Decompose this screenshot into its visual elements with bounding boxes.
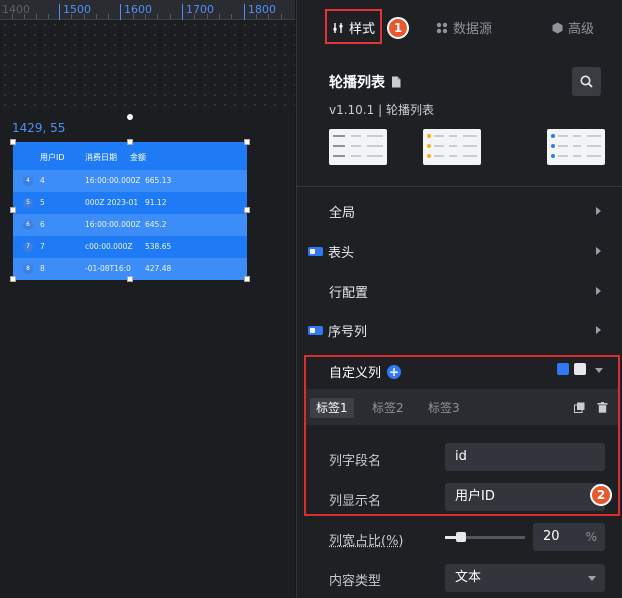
cell-amount: 645.2: [145, 220, 166, 229]
tab-datasource[interactable]: 数据源: [436, 18, 492, 37]
ruler-label: 1700: [186, 3, 214, 16]
resize-handle-se[interactable]: [244, 276, 250, 282]
section-global[interactable]: 全局: [297, 193, 622, 229]
widget-row: 6 6 16:00:00.000Z 645.2: [13, 214, 247, 236]
resize-handle-sw[interactable]: [10, 276, 16, 282]
chevron-right-icon: [596, 247, 601, 255]
resize-handle-e[interactable]: [244, 207, 250, 213]
section-row-config[interactable]: 行配置: [297, 273, 622, 309]
section-table-header[interactable]: 表头: [297, 233, 622, 269]
panel-tabs: 样式 1 数据源 高级: [297, 0, 622, 55]
content-type-label: 内容类型: [329, 570, 381, 589]
resize-handle-ne[interactable]: [244, 139, 250, 145]
chevron-right-icon: [596, 326, 601, 334]
add-icon[interactable]: +: [387, 365, 401, 379]
component-title: 轮播列表: [329, 72, 401, 92]
resize-handle-w[interactable]: [10, 207, 16, 213]
tab-advanced[interactable]: 高级: [552, 18, 594, 37]
sliders-icon: [332, 22, 344, 34]
divider: [297, 186, 622, 187]
width-ratio-input[interactable]: 20 %: [533, 523, 605, 551]
trash-icon[interactable]: [597, 402, 608, 413]
cell-date: c00:00.000Z: [85, 242, 133, 251]
hexagon-icon: [552, 22, 563, 34]
widget-row: 7 7 c00:00.000Z 538.65: [13, 236, 247, 258]
cell-amount: 538.65: [145, 242, 171, 251]
custom-column-tabs: 标签1 标签2 标签3: [306, 389, 618, 425]
resize-handle-nw[interactable]: [10, 139, 16, 145]
section-toggle[interactable]: [308, 247, 323, 256]
chevron-down-icon[interactable]: [595, 368, 603, 373]
widget-header-cell: 金额: [130, 152, 146, 163]
cell-amount: 91.12: [145, 198, 166, 207]
document-icon[interactable]: [391, 76, 401, 88]
slider-handle[interactable]: [456, 532, 466, 542]
ruler-label: 1500: [63, 3, 91, 16]
resize-handle-n[interactable]: [127, 139, 133, 145]
cell-date: -01-08T16:0: [85, 264, 131, 273]
cell-date: 16:00:00.000Z: [85, 176, 141, 185]
copy-icon[interactable]: [574, 402, 585, 413]
cell-date: 000Z 2023-01: [85, 198, 138, 207]
subtab-3[interactable]: 标签3: [422, 398, 466, 418]
cell-amount: 427.48: [145, 264, 171, 273]
horizontal-ruler: 1400 1500 1600 1700 1800: [0, 0, 295, 20]
style-preset-thumbnail[interactable]: [547, 129, 605, 165]
widget-row: 4 4 16:00:00.000Z 665.13: [13, 170, 247, 192]
cell-amount: 665.13: [145, 176, 171, 185]
chevron-down-icon: [588, 576, 596, 581]
section-index-column[interactable]: 序号列: [297, 312, 622, 348]
canvas-grid: [0, 20, 295, 108]
tab-style[interactable]: 样式: [332, 18, 375, 37]
row-index-badge: 4: [23, 176, 33, 186]
widget-row: 5 5 000Z 2023-01 91.12: [13, 192, 247, 214]
ruler-label: 1800: [248, 3, 276, 16]
step-badge: 2: [590, 484, 612, 506]
cell-id: 6: [40, 220, 45, 229]
row-index-badge: 6: [23, 220, 33, 230]
chevron-right-icon: [596, 287, 601, 295]
custom-column-header[interactable]: 自定义列 +: [329, 362, 401, 381]
panel-icon[interactable]: [574, 363, 586, 375]
collapse-icon[interactable]: [557, 363, 569, 375]
chevron-right-icon: [596, 207, 601, 215]
width-ratio-label: 列宽占比(%): [329, 530, 404, 549]
coordinate-readout: 1429, 55: [12, 121, 65, 135]
widget-header-cell: 用户ID: [40, 152, 65, 163]
ruler-label: 1400: [2, 3, 30, 16]
carousel-list-widget[interactable]: 用户ID 消费日期 金额 4 4 16:00:00.000Z 665.13 5 …: [13, 142, 247, 279]
component-version: v1.10.1 | 轮播列表: [329, 101, 434, 118]
cell-id: 8: [40, 264, 45, 273]
widget-header-cell: 消费日期: [85, 152, 117, 163]
display-name-input[interactable]: 用户ID: [445, 483, 605, 511]
dots-grid-icon: [436, 22, 448, 34]
resize-handle-s[interactable]: [127, 276, 133, 282]
config-panel: 样式 1 数据源 高级 轮播列表 v1.10.1 | 轮播列表 全局 表头 行配…: [296, 0, 622, 598]
cell-id: 4: [40, 176, 45, 185]
cell-id: 7: [40, 242, 45, 251]
editor-canvas[interactable]: 1400 1500 1600 1700 1800 1429, 55 用户ID 消…: [0, 0, 295, 598]
search-button[interactable]: [572, 67, 601, 96]
unit-label: %: [586, 523, 597, 551]
section-toggle[interactable]: [308, 326, 323, 335]
row-index-badge: 8: [23, 264, 33, 274]
widget-header-row: 用户ID 消费日期 金额: [13, 142, 247, 170]
subtab-1[interactable]: 标签1: [310, 398, 354, 418]
rotate-handle[interactable]: [127, 114, 133, 120]
search-icon: [580, 75, 593, 88]
field-name-label: 列字段名: [329, 450, 381, 469]
row-index-badge: 7: [23, 242, 33, 252]
cell-date: 16:00:00.000Z: [85, 220, 141, 229]
step-badge: 1: [387, 17, 409, 39]
subtab-2[interactable]: 标签2: [366, 398, 410, 418]
row-index-badge: 5: [23, 198, 33, 208]
ruler-label: 1600: [124, 3, 152, 16]
style-preset-thumbnail[interactable]: [329, 129, 387, 165]
content-type-select[interactable]: 文本: [445, 564, 605, 592]
field-name-input[interactable]: id: [445, 443, 605, 471]
cell-id: 5: [40, 198, 45, 207]
display-name-label: 列显示名: [329, 490, 381, 509]
style-preset-thumbnail[interactable]: [423, 129, 481, 165]
